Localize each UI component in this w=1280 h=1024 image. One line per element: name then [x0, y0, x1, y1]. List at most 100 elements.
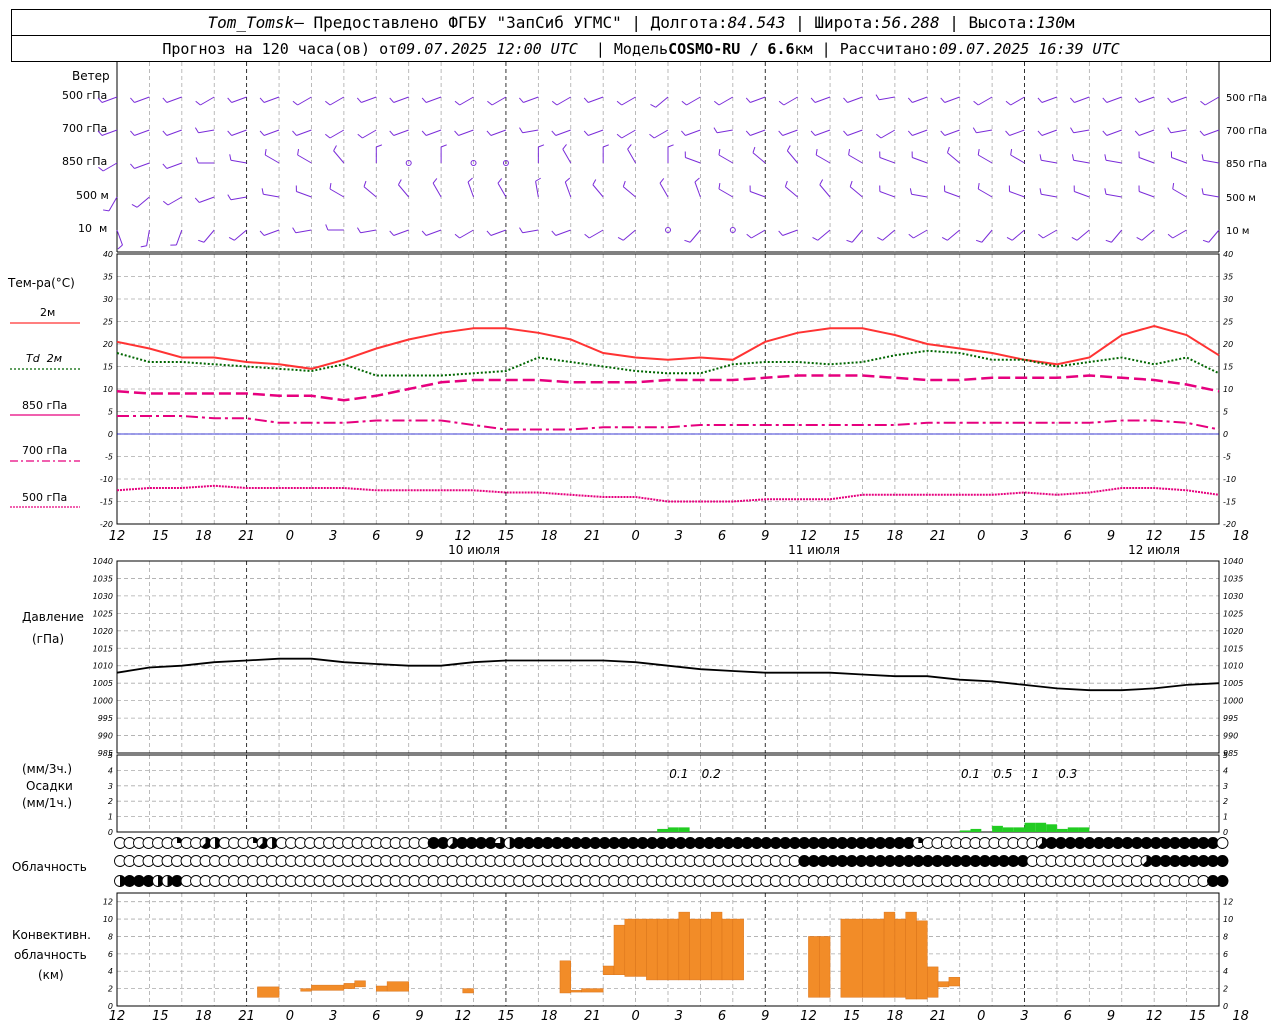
precip-3h-label: 0.2 — [702, 767, 721, 781]
wind-barb-flag — [1136, 236, 1143, 241]
wind-barb — [131, 196, 150, 208]
pres-ytick-left: 1030 — [93, 592, 113, 601]
temp-ytick-right: 40 — [1223, 250, 1233, 259]
wind-barb-shaft — [1171, 157, 1187, 164]
wind-barb-shaft — [166, 129, 182, 136]
wind-barb — [1138, 151, 1155, 164]
wind-barb-flag — [1005, 100, 1011, 106]
wind-barb-flag — [627, 144, 632, 150]
wind-barb-shaft — [1076, 229, 1090, 241]
wind-level-right: 10 м — [1226, 226, 1249, 237]
wind-barb-shaft — [1073, 159, 1090, 164]
conv-bar — [343, 983, 355, 989]
wind-barb-shaft — [166, 162, 182, 169]
wind-barb-flag — [98, 166, 104, 172]
temp-ytick-right: -20 — [1223, 520, 1236, 529]
wind-barb-shaft — [1208, 229, 1220, 243]
wind-barb — [941, 229, 961, 241]
pres-ytick-left: 1005 — [93, 679, 113, 688]
wind-barb-flag — [356, 97, 362, 103]
pres-ytick-left: 1020 — [93, 627, 113, 636]
wind-barb — [1104, 154, 1122, 164]
wind-barb-flag — [1104, 154, 1107, 161]
wind-barb — [1104, 188, 1122, 198]
conv-ytick-left: 12 — [103, 898, 113, 907]
wind-barb — [97, 129, 118, 136]
wind-barb-flag — [848, 148, 851, 156]
wind-barb-shaft — [564, 181, 572, 198]
wind-barb-flag — [162, 200, 169, 206]
wind-barb-flag — [1102, 97, 1108, 103]
precip-bar — [970, 828, 982, 832]
day-label: 12 июля — [1128, 543, 1180, 557]
wind-barb-shaft — [689, 229, 701, 243]
wind-barb — [130, 162, 150, 169]
temp-ytick-right: -10 — [1223, 475, 1236, 484]
wind-barb-shaft — [491, 96, 507, 106]
wind-barb-shaft — [947, 152, 961, 164]
wind-barb — [162, 129, 182, 136]
wind-barb-shaft — [1203, 159, 1220, 164]
wind-barb — [519, 227, 539, 234]
wind-barb-flag — [1167, 233, 1174, 239]
wind-barb-shaft — [944, 129, 960, 136]
wind-barb-shaft — [1138, 157, 1155, 164]
prec-ytick-left: 2 — [108, 797, 113, 806]
wind-barb-shaft — [653, 129, 669, 139]
wind-barb-flag — [849, 180, 853, 187]
wind-barb-flag — [1167, 127, 1172, 134]
wind-barb-shaft — [263, 129, 280, 136]
wind-barb — [229, 154, 247, 164]
wind-barb-flag — [584, 233, 590, 239]
temp-ytick-right: 35 — [1223, 273, 1233, 282]
wind-barb-flag — [1200, 100, 1206, 106]
conv-xtick: 12 — [109, 1009, 126, 1024]
wind-barb-shaft — [750, 129, 766, 136]
wind-barb — [389, 96, 409, 103]
wind-barb — [1069, 96, 1090, 103]
wind-barb — [1037, 96, 1058, 103]
temp-xtick: 6 — [372, 529, 380, 544]
wind-barb — [1170, 151, 1187, 164]
wind-barb-flag — [363, 180, 367, 187]
wind-barb-shaft — [1041, 193, 1058, 198]
pres-ytick-left: 1010 — [93, 662, 113, 671]
wind-barb — [537, 144, 545, 163]
wind-barb — [786, 145, 799, 164]
conv-xtick: 15 — [1189, 1009, 1206, 1024]
wind-barb-shaft — [879, 157, 896, 164]
wind-barb — [745, 129, 766, 136]
wind-barb-flag — [292, 130, 297, 136]
conv-bar — [937, 981, 950, 988]
wind-barb — [421, 229, 442, 236]
conv-bar — [656, 918, 669, 981]
wind-barb-shaft — [361, 96, 377, 103]
wind-barb-shaft — [490, 129, 507, 136]
wind-barb-flag — [551, 100, 558, 106]
temp-xtick: 3 — [675, 529, 683, 544]
temp-xtick: 0 — [286, 529, 294, 544]
wind-barb — [617, 229, 636, 241]
conv-bar — [862, 918, 885, 998]
wind-barb-flag — [227, 130, 232, 136]
wind-barb-shaft — [393, 129, 409, 136]
wind-barb-shaft — [1073, 129, 1090, 134]
wind-barb-flag — [564, 177, 571, 183]
wind-barb-shaft — [556, 96, 572, 106]
temp-ytick-right: 25 — [1223, 318, 1233, 327]
wind-barb — [627, 144, 637, 164]
conv-bar — [581, 988, 604, 993]
wind-barb-flag — [1069, 97, 1075, 103]
wind-barb — [659, 178, 669, 198]
wind-barb-flag — [97, 97, 103, 103]
wind-barb — [486, 229, 507, 236]
wind-barb-shaft — [786, 150, 799, 164]
temp-xtick: 15 — [843, 529, 860, 544]
temp-ytick-left: 5 — [108, 408, 113, 417]
wind-barb-shaft — [1171, 96, 1187, 103]
temp-ytick-left: -10 — [100, 475, 113, 484]
wind-barb — [583, 96, 604, 103]
wind-barb-flag — [972, 127, 977, 134]
wind-barb — [551, 96, 572, 106]
wind-barb-shaft — [203, 229, 215, 243]
